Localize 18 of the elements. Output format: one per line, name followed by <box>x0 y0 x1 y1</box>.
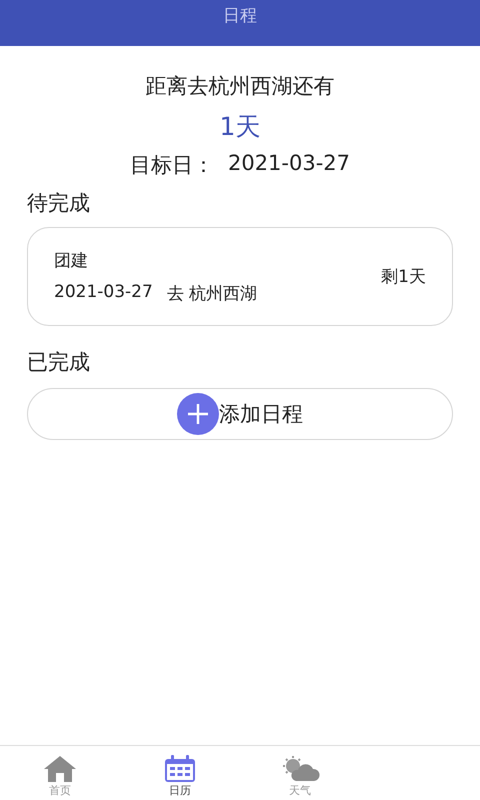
schedule-place: 去 杭州西湖 <box>166 282 258 304</box>
target-label: 目标日： <box>130 152 214 179</box>
add-schedule-button[interactable]: 添加日程 <box>27 388 453 440</box>
countdown-caption: 距离去杭州西湖还有 <box>146 73 334 100</box>
tab-item[interactable]: 日历 <box>120 746 240 800</box>
home-icon <box>43 755 77 783</box>
target-date: 2021-03-27 <box>228 151 350 177</box>
remaining-days: 剩1天 <box>381 265 426 288</box>
schedule-title: 团建 <box>54 250 89 272</box>
schedule-date: 2021-03-27 <box>54 282 153 304</box>
section-heading: 待完成 <box>27 190 90 217</box>
calendar-icon <box>164 755 196 783</box>
plus-icon <box>177 393 219 435</box>
section-heading: 已完成 <box>27 349 90 376</box>
schedule-card[interactable]: 团建 2021-03-27 去 杭州西湖 剩1天 <box>27 227 453 326</box>
countdown-days: 1天 <box>220 110 260 143</box>
sun-cloud-icon <box>280 755 320 783</box>
header-title: 日程 <box>223 5 257 27</box>
